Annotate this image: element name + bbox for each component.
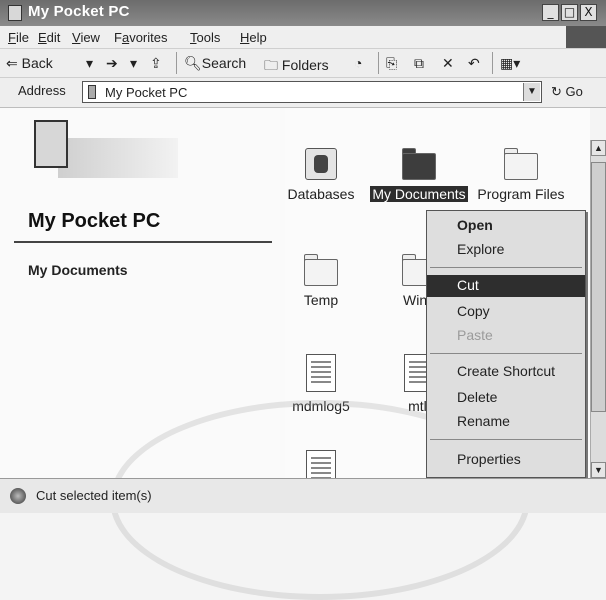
list-item-my-documents[interactable]: My Documents: [369, 148, 469, 202]
scroll-down-button[interactable]: ▼: [591, 462, 606, 478]
menu-separator: [430, 353, 582, 354]
menu-edit[interactable]: Edit: [38, 30, 60, 45]
forward-button[interactable]: ➔: [106, 55, 118, 72]
menu-help[interactable]: Help: [240, 30, 267, 45]
window-title: My Pocket PC: [28, 3, 130, 20]
menu-item-explore[interactable]: Explore: [427, 239, 585, 261]
menu-tools[interactable]: Tools: [190, 30, 220, 45]
back-dropdown[interactable]: ▾: [86, 55, 93, 72]
status-icon: [10, 488, 26, 504]
menu-item-delete[interactable]: Delete: [427, 387, 585, 409]
status-bar: Cut selected item(s): [0, 478, 606, 513]
address-label: Address: [18, 83, 66, 98]
folder-icon: [402, 148, 436, 180]
scroll-thumb[interactable]: [591, 162, 606, 412]
title-bar[interactable]: My Pocket PC _ □ X: [0, 0, 606, 26]
pocket-pc-icon: [8, 5, 22, 21]
menu-separator: [430, 267, 582, 268]
list-item-temp[interactable]: Temp: [271, 254, 371, 308]
search-icon: 🔍︎: [184, 55, 202, 71]
toolbar-divider: [378, 52, 379, 74]
folder-icon: [504, 148, 538, 180]
folders-icon: 🗀: [264, 57, 282, 73]
address-dropdown-button[interactable]: ▼: [523, 83, 540, 101]
delete-icon[interactable]: ✕: [442, 55, 454, 72]
maximize-button[interactable]: □: [561, 4, 578, 21]
views-button[interactable]: ▦▾: [500, 55, 520, 72]
windows-logo-icon: [566, 26, 606, 48]
minimize-button[interactable]: _: [542, 4, 559, 21]
scroll-up-button[interactable]: ▲: [591, 140, 606, 156]
my-documents-link[interactable]: My Documents: [28, 262, 128, 278]
status-text: Cut selected item(s): [36, 488, 152, 503]
forward-dropdown[interactable]: ▾: [130, 55, 137, 72]
header-banner: [58, 138, 178, 178]
list-item-databases[interactable]: Databases: [271, 148, 371, 202]
address-input[interactable]: My Pocket PC ▼: [82, 81, 542, 103]
menu-bar: File Edit View Favorites Tools Help: [0, 26, 606, 48]
menu-item-paste: Paste: [457, 327, 493, 343]
menu-view[interactable]: View: [72, 30, 100, 45]
list-item-program-files[interactable]: Program Files: [471, 148, 571, 202]
close-button[interactable]: X: [580, 4, 597, 21]
menu-file[interactable]: File: [8, 30, 29, 45]
address-value: My Pocket PC: [105, 85, 188, 100]
menu-item-cut[interactable]: Cut: [427, 275, 585, 297]
menu-item-open[interactable]: Open: [427, 215, 585, 237]
divider: [14, 241, 272, 243]
menu-item-rename[interactable]: Rename: [427, 411, 585, 433]
folder-title: My Pocket PC: [28, 210, 161, 232]
pocket-pc-device-icon: [34, 120, 68, 168]
toolbar-divider: [176, 52, 177, 74]
folders-button[interactable]: 🗀 Folders: [264, 55, 329, 79]
address-bar: Address My Pocket PC ▼ ↻ Go: [0, 78, 606, 108]
toolbar: ⇐ Back ▾ ➔ ▾ ⇪ 🔍︎Search 🗀 Folders ◔ ⎘ ⧉ …: [0, 48, 606, 78]
go-button[interactable]: ↻ Go: [551, 84, 583, 100]
up-folder-icon[interactable]: ⇪: [150, 55, 162, 72]
menu-item-properties[interactable]: Properties: [427, 449, 585, 471]
document-icon: [306, 354, 336, 392]
menu-separator: [430, 439, 582, 440]
menu-item-copy[interactable]: Copy: [427, 301, 585, 323]
vertical-scrollbar[interactable]: ▲ ▼: [590, 140, 606, 478]
pocket-pc-icon: [88, 85, 96, 99]
left-info-pane: My Pocket PC My Documents: [0, 108, 285, 478]
toolbar-divider: [492, 52, 493, 74]
menu-item-create-shortcut[interactable]: Create Shortcut: [427, 361, 585, 383]
back-button[interactable]: ⇐ Back: [6, 55, 53, 72]
history-icon[interactable]: ◔: [354, 55, 362, 71]
folder-icon: [304, 254, 338, 286]
menu-favorites[interactable]: Favorites: [114, 30, 167, 45]
move-to-icon[interactable]: ⎘: [386, 55, 397, 72]
search-button[interactable]: 🔍︎Search: [184, 55, 246, 72]
copy-to-icon[interactable]: ⧉: [414, 55, 424, 72]
undo-icon[interactable]: ↶: [468, 55, 480, 72]
list-item-mdmlog5[interactable]: mdmlog5: [271, 354, 371, 414]
database-icon: [305, 148, 337, 180]
context-menu: Open Explore Cut Copy Paste Create Short…: [426, 210, 586, 478]
go-arrow-icon: ↻: [551, 84, 566, 99]
